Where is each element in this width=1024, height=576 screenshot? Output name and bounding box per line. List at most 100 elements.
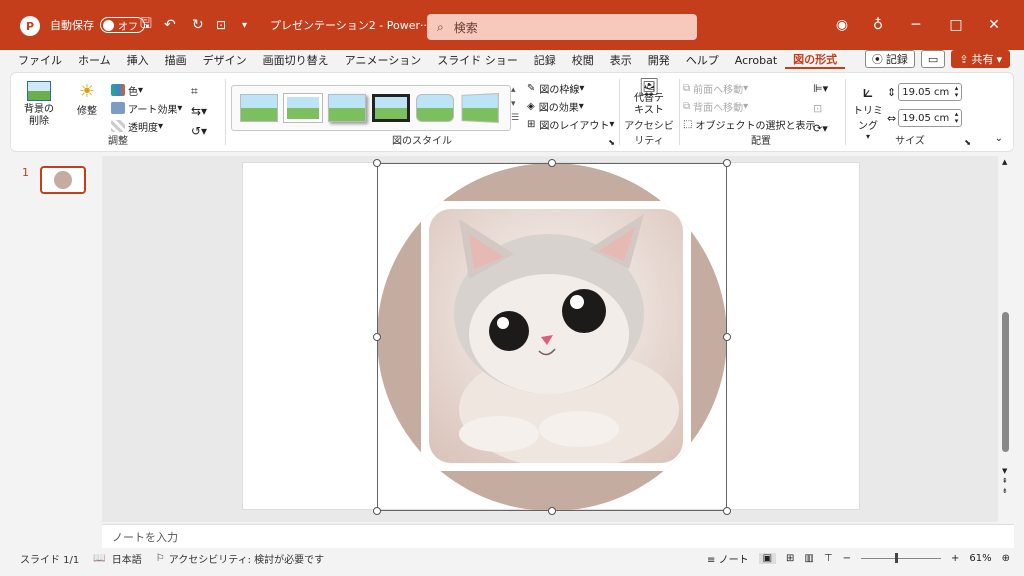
gallery-scroll[interactable]: ▴ ▾ ☰ (511, 83, 519, 125)
color-button[interactable]: 色 ▾ (111, 81, 182, 99)
save-icon[interactable]: 🖫 (140, 14, 152, 36)
reading-view-icon[interactable]: ▥ (804, 553, 813, 564)
language[interactable]: 日本語 (112, 551, 142, 566)
autosave-toggle[interactable]: オフ (100, 17, 145, 33)
accessibility-group-label: アクセシビリティ (624, 121, 674, 147)
remove-background-icon (27, 81, 51, 101)
collapse-ribbon-icon[interactable]: ⌄ (995, 133, 1003, 144)
normal-view-icon[interactable]: ▣ (758, 552, 777, 564)
accessibility-icon: ⚐ (155, 552, 165, 564)
slideshow-icon[interactable]: ⊤ (824, 553, 833, 564)
close-button[interactable]: ✕ (984, 15, 1004, 35)
send-backward-button[interactable]: ⧉ 背面へ移動 ▾ (683, 97, 815, 115)
style-thumb[interactable] (461, 93, 499, 123)
tab-view[interactable]: 表示 (602, 52, 640, 68)
notes-pane[interactable]: ノートを入力 (102, 524, 1014, 548)
scroll-up-icon[interactable]: ▲ (1002, 158, 1007, 166)
zoom-slider[interactable] (860, 552, 941, 563)
account-icon[interactable]: ◉ (832, 15, 852, 35)
minimize-button[interactable]: ─ (906, 15, 926, 35)
width-input[interactable]: 19.05 cm ▴ ▾ (898, 109, 963, 127)
tab-animations[interactable]: アニメーション (337, 52, 430, 68)
tab-home[interactable]: ホーム (70, 52, 119, 68)
change-picture-icon[interactable]: ⇆▾ (191, 101, 207, 121)
bring-forward-button[interactable]: ⧉ 前面へ移動 ▾ (683, 79, 815, 97)
spinner-icon[interactable]: ▴ ▾ (955, 111, 959, 125)
style-thumb[interactable] (372, 94, 410, 122)
style-thumb[interactable] (416, 94, 454, 122)
dialog-launcher-icon[interactable]: ⬊ (964, 138, 971, 147)
scroll-controls[interactable]: ▼ ⇞ ⇟ (1002, 466, 1008, 496)
send-backward-label: 背面へ移動 (693, 102, 744, 114)
tab-design[interactable]: デザイン (195, 52, 255, 68)
remove-background-button[interactable]: 背景の削除 (21, 81, 57, 128)
resize-handle[interactable] (723, 507, 731, 515)
height-input[interactable]: 19.05 cm ▴ ▾ (898, 83, 963, 101)
style-thumb[interactable] (284, 94, 322, 122)
compress-pictures-icon[interactable]: ⌗ (191, 81, 207, 101)
resize-handle[interactable] (723, 333, 731, 341)
tab-picture-format[interactable]: 図の形式 (785, 51, 846, 69)
resize-handle[interactable] (373, 507, 381, 515)
tab-acrobat[interactable]: Acrobat (727, 54, 785, 67)
redo-icon[interactable]: ↻ (192, 14, 204, 36)
undo-icon[interactable]: ↶ (164, 14, 176, 36)
thumbnail-image (54, 171, 72, 189)
tab-review[interactable]: 校閲 (564, 52, 602, 68)
scroll-thumb[interactable] (1002, 312, 1009, 452)
group-icon[interactable]: ⊡ (813, 99, 828, 119)
zoom-level[interactable]: 61% (969, 553, 991, 564)
tab-insert[interactable]: 挿入 (119, 52, 157, 68)
maximize-button[interactable]: □ (946, 15, 966, 35)
autosave[interactable]: 自動保存 オフ (50, 14, 145, 36)
spellcheck-icon[interactable]: 📖 (93, 553, 105, 564)
zoom-out-icon[interactable]: − (843, 553, 851, 564)
resize-handle[interactable] (373, 333, 381, 341)
customize-qat-icon[interactable]: ▾ (242, 14, 247, 36)
remove-background-label: 背景の削除 (24, 104, 54, 127)
vertical-scrollbar[interactable]: ▲ ▼ ⇞ ⇟ (998, 156, 1014, 522)
notes-toggle-label: ノート (718, 554, 749, 566)
comments-button[interactable]: ▭ (920, 50, 946, 68)
accessibility-status[interactable]: アクセシビリティ: 検討が必要です (169, 551, 324, 566)
picture-border-button[interactable]: ✎ 図の枠線 ▾ (527, 79, 614, 97)
present-icon[interactable]: ⊡ (216, 14, 226, 36)
slide[interactable] (242, 159, 860, 515)
resize-handle[interactable] (373, 159, 381, 167)
picture-effects-button[interactable]: ◈ 図の効果 ▾ (527, 97, 614, 115)
alt-text-button[interactable]: 🖼 代替テキスト (627, 79, 671, 117)
zoom-thumb[interactable] (894, 552, 898, 563)
resize-handle[interactable] (548, 159, 556, 167)
fit-to-window-icon[interactable]: ⊕ (1002, 553, 1010, 564)
tab-transitions[interactable]: 画面切り替え (255, 52, 337, 68)
align-icon[interactable]: ⊫▾ (813, 79, 828, 99)
share-button[interactable]: ⇪ 共有 ▾ (951, 50, 1010, 68)
tab-help[interactable]: ヘルプ (678, 52, 727, 68)
selection-box (377, 163, 727, 511)
tips-lightbulb-icon[interactable]: ♁ (868, 15, 888, 35)
slide-sorter-icon[interactable]: ⊞ (786, 553, 794, 564)
resize-handle[interactable] (723, 159, 731, 167)
search-box[interactable]: ⌕ 検索 (427, 14, 697, 40)
picture-layout-button[interactable]: ⊞ 図のレイアウト ▾ (527, 115, 614, 133)
notes-placeholder: ノートを入力 (112, 530, 178, 544)
corrections-button[interactable]: ☀ 修整 (69, 81, 105, 117)
tab-slideshow[interactable]: スライド ショー (429, 52, 526, 68)
selection-pane-button[interactable]: ⬚ オブジェクトの選択と表示 (683, 115, 815, 133)
notes-toggle[interactable]: ≡ ノート (707, 551, 749, 566)
spinner-icon[interactable]: ▴ ▾ (955, 85, 959, 99)
tab-developer[interactable]: 開発 (640, 52, 678, 68)
tab-draw[interactable]: 描画 (157, 52, 195, 68)
tab-file[interactable]: ファイル (10, 52, 70, 68)
zoom-in-icon[interactable]: + (951, 553, 959, 564)
style-thumb[interactable] (240, 94, 278, 122)
style-thumb[interactable] (328, 94, 366, 122)
record-button[interactable]: ⦿ 記録 (864, 50, 915, 68)
tab-record[interactable]: 記録 (526, 52, 564, 68)
resize-handle[interactable] (548, 507, 556, 515)
slide-thumbnail[interactable] (40, 166, 86, 194)
artistic-effects-button[interactable]: アート効果 ▾ (111, 99, 182, 117)
dialog-launcher-icon[interactable]: ⬊ (608, 138, 615, 147)
arrange-group-label: 配置 (751, 136, 771, 147)
slide-counter: スライド 1/1 (20, 554, 80, 566)
